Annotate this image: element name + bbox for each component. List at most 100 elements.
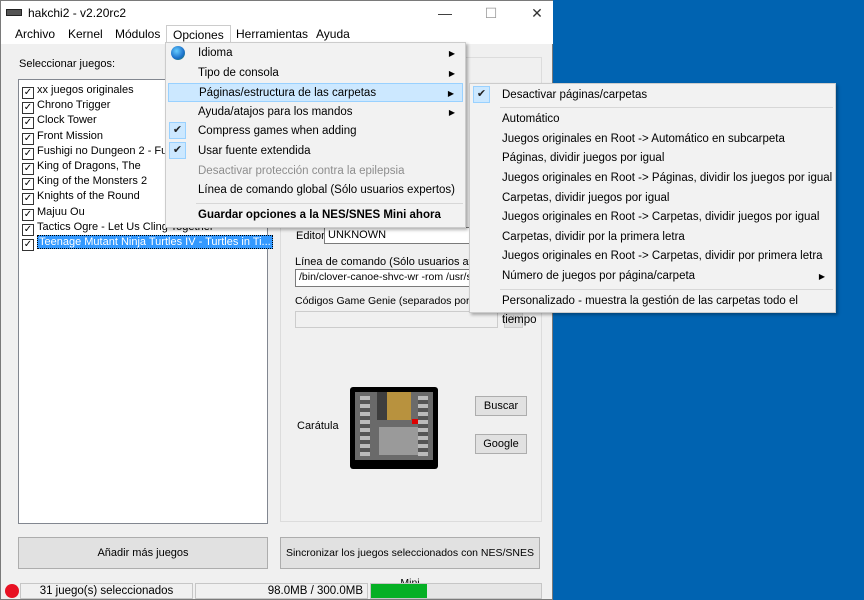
- check-icon: ✔: [169, 122, 186, 139]
- folder-structure-submenu: ✔ Desactivar páginas/carpetas Automático Ju…: [469, 83, 836, 326]
- submenu-arrow-icon: ▶: [447, 89, 454, 98]
- menu-item[interactable]: Línea de comando global (Sólo usuarios e…: [168, 181, 463, 200]
- menu-item-label: Carpetas, dividir por la primera letra: [502, 231, 685, 243]
- game-title: xx juegos originales: [37, 84, 134, 96]
- check-icon: ✔: [169, 142, 186, 159]
- menu-item-label: Páginas/estructura de las carpetas: [199, 87, 377, 99]
- menu-separator: [500, 289, 833, 290]
- menu-item-label: Idioma: [198, 47, 233, 59]
- menu-item[interactable]: ✔ Desactivar páginas/carpetas: [472, 86, 833, 105]
- menu-item[interactable]: Carpetas, dividir juegos por igual: [472, 189, 833, 208]
- menu-item[interactable]: ✔ Usar fuente extendida: [168, 142, 463, 161]
- checkbox[interactable]: ✓: [22, 239, 34, 251]
- menu-item[interactable]: Ayuda/atajos para los mandos ▶: [168, 103, 463, 122]
- selected-count-status: 31 juego(s) seleccionados: [20, 583, 193, 599]
- storage-status: 98.0MB / 300.0MB: [195, 583, 368, 599]
- menu-item[interactable]: Tipo de consola ▶: [168, 64, 463, 83]
- buscar-button[interactable]: Buscar: [475, 396, 527, 416]
- checkbox[interactable]: ✓: [22, 132, 34, 145]
- window-title: hakchi2 - v2.20rc2: [28, 6, 127, 20]
- google-button[interactable]: Google: [475, 434, 527, 454]
- menu-item-label: Desactivar páginas/carpetas: [502, 89, 648, 101]
- menu-item[interactable]: Desactivar protección contra la epilepsi…: [168, 162, 463, 181]
- menu-item[interactable]: Juegos originales en Root -> Páginas, di…: [472, 169, 833, 188]
- game-title: Clock Tower: [37, 114, 97, 127]
- game-list-item[interactable]: ✓ Fushigi no Dungeon 2 - Fuurai: [22, 144, 186, 160]
- menu-separator: [500, 107, 833, 108]
- checkbox[interactable]: ✓: [22, 147, 34, 160]
- close-button[interactable]: ✕: [514, 1, 560, 25]
- checkbox[interactable]: ✓: [22, 102, 34, 115]
- menu-item-label: Juegos originales en Root -> Carpetas, d…: [502, 211, 820, 223]
- menu-item-label: Número de juegos por página/carpeta: [502, 270, 696, 282]
- menu-item[interactable]: Juegos originales en Root -> Carpetas, d…: [472, 208, 833, 227]
- menu-item-label: Guardar opciones a la NES/SNES Mini ahor…: [198, 209, 441, 221]
- check-icon: ✔: [473, 86, 490, 103]
- submenu-arrow-icon: ▶: [448, 49, 455, 58]
- submenu-arrow-icon: ▶: [448, 69, 455, 78]
- menu-item[interactable]: Automático: [472, 110, 833, 129]
- checkbox[interactable]: ✓: [22, 178, 34, 191]
- app-icon: [6, 9, 22, 16]
- menu-item[interactable]: Guardar opciones a la NES/SNES Mini ahor…: [168, 206, 463, 225]
- game-title: King of Dragons, The: [37, 160, 141, 172]
- globe-icon: [171, 46, 185, 60]
- menu-separator: [196, 203, 463, 204]
- menu-item[interactable]: ✔ Compress games when adding: [168, 122, 463, 141]
- game-title: Chrono Trigger: [37, 99, 111, 112]
- game-list-item[interactable]: ✓ Knights of the Round: [22, 189, 140, 206]
- menu-item-label: Tipo de consola: [198, 67, 279, 79]
- game-list-item[interactable]: ✓ Majuu Ou: [22, 205, 85, 221]
- checkbox[interactable]: ✓: [22, 163, 34, 175]
- maximize-button[interactable]: ☐: [468, 1, 514, 25]
- menu-item-label: Automático: [502, 113, 560, 125]
- menu-item-label: Compress games when adding: [198, 125, 357, 137]
- checkbox[interactable]: ✓: [22, 193, 34, 206]
- menu-item[interactable]: Páginas/estructura de las carpetas ▶: [168, 83, 463, 102]
- menu-item-label: Juegos originales en Root -> Páginas, di…: [502, 172, 833, 184]
- submenu-arrow-icon: ▶: [818, 272, 825, 281]
- game-list-item[interactable]: ✓ King of the Monsters 2: [22, 174, 148, 191]
- games-label: Seleccionar juegos:: [19, 58, 116, 70]
- game-list-item[interactable]: ✓ xx juegos originales: [22, 83, 134, 99]
- game-list-item[interactable]: ✓ Clock Tower: [22, 113, 97, 130]
- checkbox[interactable]: ✓: [22, 117, 34, 130]
- menu-item-label: Juegos originales en Root -> Carpetas, d…: [502, 250, 823, 262]
- minimize-button[interactable]: —: [422, 1, 468, 25]
- menu-modulos[interactable]: Módulos: [109, 25, 166, 44]
- menu-item[interactable]: Número de juegos por página/carpeta ▶: [472, 267, 833, 286]
- menu-item-label: Ayuda/atajos para los mandos: [198, 106, 353, 118]
- title-bar: hakchi2 - v2.20rc2 — ☐ ✕: [1, 1, 553, 25]
- menu-kernel[interactable]: Kernel: [62, 25, 109, 44]
- game-list-item[interactable]: ✓ King of Dragons, The: [22, 159, 141, 175]
- game-title: Front Mission: [37, 129, 104, 142]
- menu-archivo[interactable]: Archivo: [9, 25, 61, 44]
- checkbox[interactable]: ✓: [22, 87, 34, 99]
- menu-item-label: Juegos originales en Root -> Automático …: [502, 133, 785, 145]
- game-title: Teenage Mutant Ninja Turtles IV - Turtle…: [37, 235, 273, 249]
- menu-item-label: Desactivar protección contra la epilepsi…: [198, 165, 405, 177]
- checkbox[interactable]: ✓: [22, 223, 34, 236]
- add-games-button[interactable]: Añadir más juegos: [18, 537, 268, 569]
- game-title: King of the Monsters 2: [37, 175, 148, 188]
- menu-item[interactable]: Páginas, dividir juegos por igual: [472, 149, 833, 168]
- game-list-item[interactable]: ✓ Chrono Trigger: [22, 98, 111, 115]
- game-list-item[interactable]: ✓ Teenage Mutant Ninja Turtles IV - Turtl…: [22, 235, 273, 251]
- menu-item-label: Usar fuente extendida: [198, 145, 311, 157]
- menu-item[interactable]: Juegos originales en Root -> Carpetas, d…: [472, 247, 833, 266]
- menu-item-label: Carpetas, dividir juegos por igual: [502, 192, 670, 204]
- submenu-arrow-icon: ▶: [448, 108, 455, 117]
- game-list-item[interactable]: ✓ Front Mission: [22, 129, 104, 145]
- storage-progress-bar: [370, 583, 542, 599]
- menu-item-label: Línea de comando global (Sólo usuarios e…: [198, 184, 455, 196]
- menu-item[interactable]: Idioma ▶: [168, 44, 463, 63]
- menu-item[interactable]: Personalizado - muestra la gestión de la…: [472, 292, 833, 326]
- cartridge-cover-image: [350, 387, 438, 469]
- sync-button[interactable]: Sincronizar los juegos seleccionados con…: [280, 537, 540, 589]
- checkbox[interactable]: ✓: [22, 208, 34, 221]
- menu-item-label: Páginas, dividir juegos por igual: [502, 152, 665, 164]
- menu-item[interactable]: Juegos originales en Root -> Automático …: [472, 130, 833, 149]
- game-genie-input[interactable]: [295, 311, 498, 328]
- menu-item[interactable]: Carpetas, dividir por la primera letra: [472, 228, 833, 247]
- game-title: Fushigi no Dungeon 2 - Fuurai: [37, 144, 186, 157]
